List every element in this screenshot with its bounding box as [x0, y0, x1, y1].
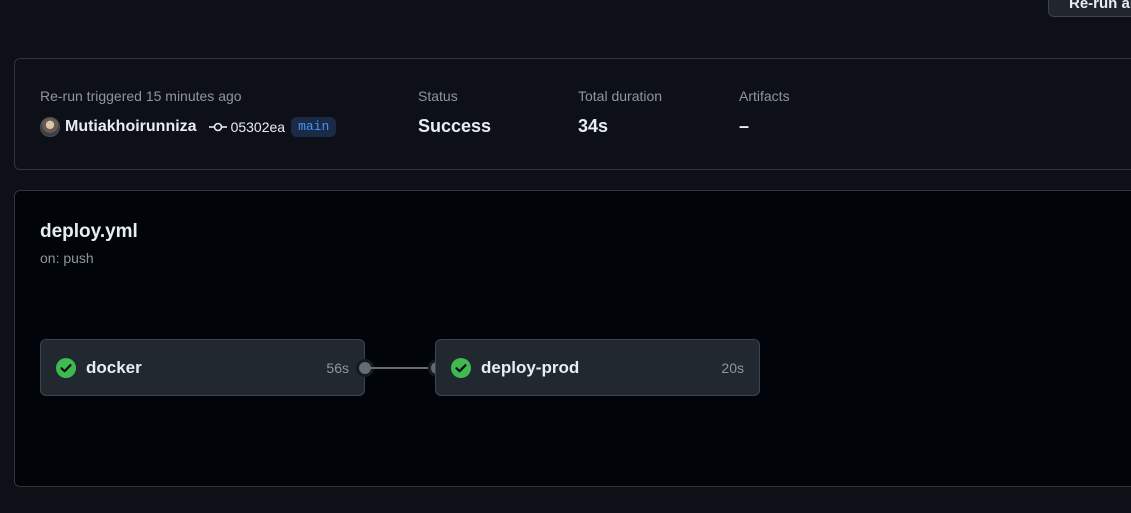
job-connector-line: [371, 367, 433, 369]
duration-column: Total duration 34s: [578, 87, 662, 137]
duration-value: 34s: [578, 116, 609, 136]
job-card-deploy-prod[interactable]: deploy-prod 20s: [435, 339, 760, 396]
branch-badge[interactable]: main: [291, 117, 337, 137]
workflow-trigger: on: push: [40, 250, 94, 266]
job-card-docker[interactable]: docker 56s: [40, 339, 365, 396]
check-circle-icon: [451, 358, 471, 378]
commit-sha-link[interactable]: 05302ea: [231, 119, 286, 135]
rerun-all-jobs-button[interactable]: Re-run all jobs: [1048, 0, 1131, 17]
job-name: deploy-prod: [481, 358, 580, 377]
job-duration: 56s: [326, 360, 349, 376]
trigger-details: Mutiakhoirunniza 05302ea main: [40, 117, 337, 137]
duration-label: Total duration: [578, 88, 663, 104]
job-duration: 20s: [721, 360, 744, 376]
status-column: Status Success: [418, 87, 491, 137]
actor-link[interactable]: Mutiakhoirunniza: [65, 118, 197, 136]
status-value: Success: [418, 116, 492, 136]
workflow-file-name: deploy.yml: [40, 221, 138, 242]
run-summary-panel: Re-run triggered 15 minutes ago Mutiakho…: [14, 58, 1131, 170]
trigger-column: Re-run triggered 15 minutes ago Mutiakho…: [40, 87, 337, 137]
job-name: docker: [86, 358, 142, 377]
status-label: Status: [418, 88, 458, 104]
workflow-run-page: Re-run all jobs Re-run triggered 15 minu…: [0, 0, 1131, 513]
check-circle-icon: [56, 358, 76, 378]
workflow-graph-panel: deploy.yml on: push docker 56s deploy-pr…: [14, 190, 1131, 487]
git-commit-icon: [208, 121, 227, 133]
artifacts-value: –: [739, 116, 750, 136]
avatar[interactable]: [40, 117, 60, 137]
trigger-text: Re-run triggered 15 minutes ago: [40, 88, 242, 104]
artifacts-column: Artifacts –: [739, 87, 790, 137]
artifacts-label: Artifacts: [739, 88, 790, 104]
